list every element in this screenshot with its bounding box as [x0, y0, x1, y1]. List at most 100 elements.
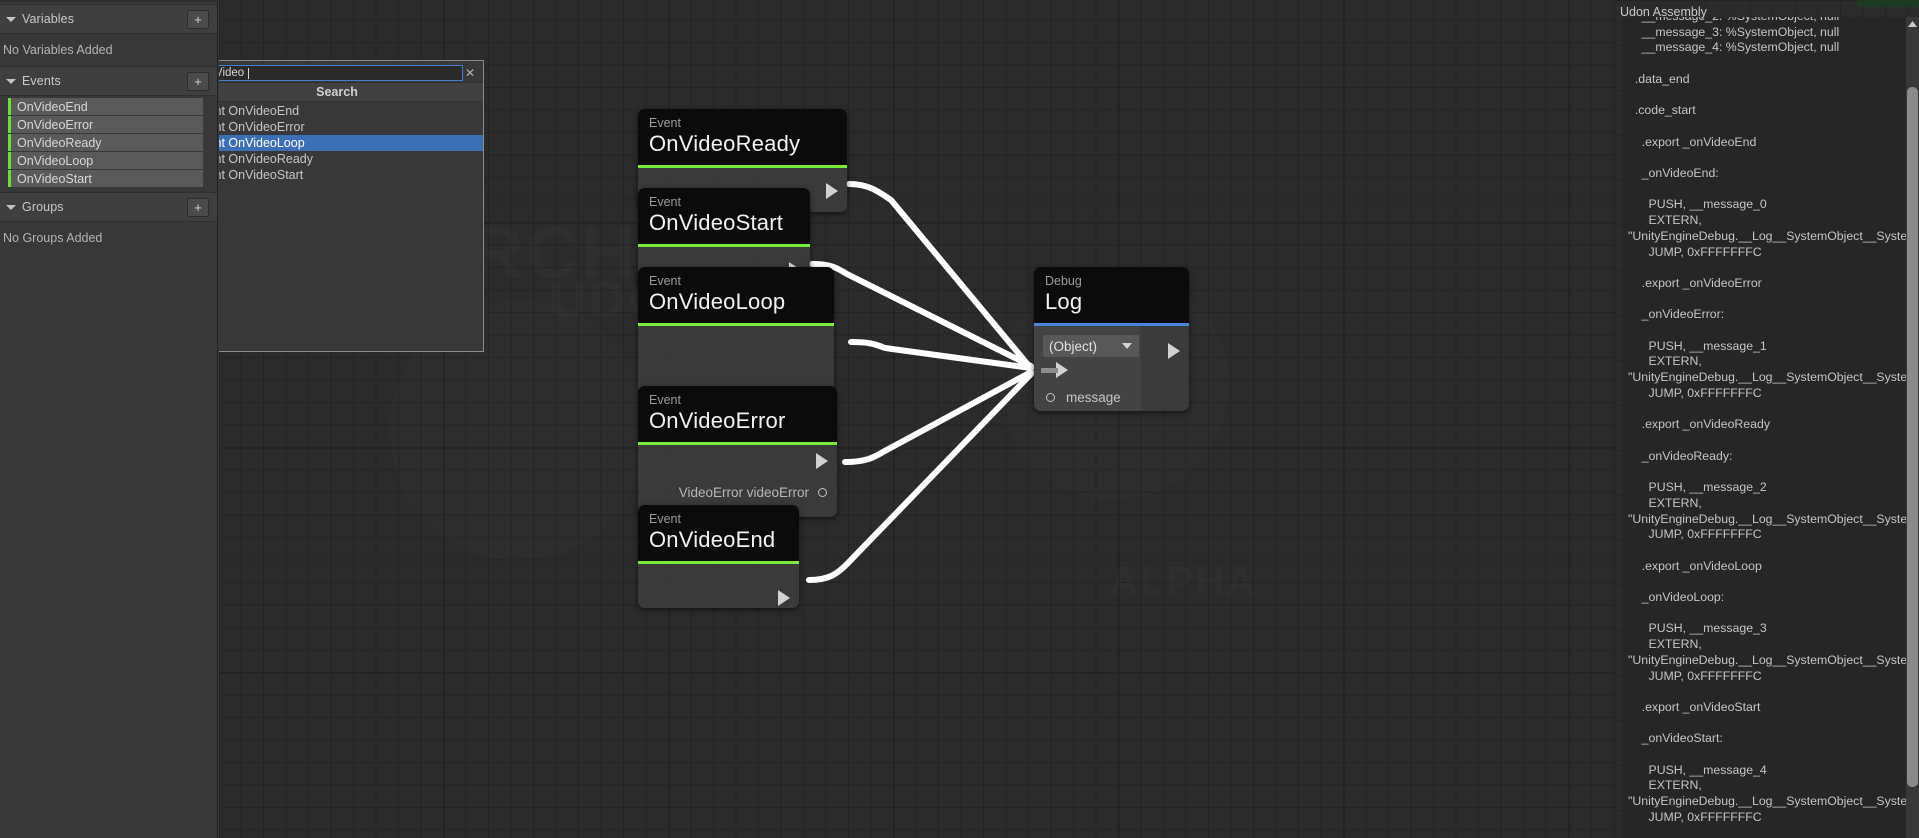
dropdown-value: (Object) [1049, 338, 1098, 354]
event-label: OnVideoEnd [17, 99, 88, 114]
node-header: Event OnVideoEnd [638, 505, 799, 561]
sidebar-section-groups[interactable]: Groups + [0, 192, 217, 222]
left-sidebar: Variables + No Variables Added Events + … [0, 0, 218, 838]
event-list-item[interactable]: OnVideoLoop [8, 152, 203, 169]
sidebar-section-title-variables: Variables [22, 12, 75, 26]
search-input-value: Video [219, 67, 245, 79]
add-variable-button[interactable]: + [187, 10, 209, 29]
param-label: message [1066, 390, 1121, 405]
search-results-header: Search [219, 82, 483, 102]
param-row-videoerror[interactable]: VideoError videoError [638, 479, 837, 505]
node-title: OnVideoEnd [649, 527, 776, 552]
flow-input-stub [1041, 368, 1058, 373]
clear-search-button[interactable]: ✕ [463, 66, 477, 80]
variables-empty-text: No Variables Added [0, 34, 217, 66]
sidebar-top-divider [0, 0, 218, 2]
search-input[interactable]: Video [219, 65, 463, 81]
edge-onvideostart-to-log [809, 261, 1034, 369]
search-result-item[interactable]: Event OnVideoEnd [219, 103, 483, 119]
port-row [638, 564, 799, 608]
event-color-bar [8, 134, 11, 151]
udon-assembly-code: __message_2: %SystemObject, null __messa… [1628, 17, 1919, 824]
search-result-item[interactable]: Event OnVideoError [219, 119, 483, 135]
event-color-bar [8, 170, 11, 187]
node-body [638, 326, 834, 394]
flow-output-port-icon[interactable] [816, 453, 828, 469]
udon-assembly-title: Udon Assembly [1620, 5, 1707, 19]
graph-canvas[interactable]: VRCHAT UDON ALPHA Event OnVideoReady [219, 0, 1615, 838]
param-label: VideoError videoError [678, 484, 809, 500]
node-onvideoend[interactable]: Event OnVideoEnd [638, 505, 799, 608]
node-title: OnVideoLoop [649, 289, 786, 314]
assembly-scrollbar-thumb[interactable] [1907, 87, 1918, 787]
event-color-bar [8, 152, 11, 169]
node-subtitle: Event [649, 116, 681, 130]
search-result-item[interactable]: Event OnVideoReady [219, 151, 483, 167]
edge-onvideoready-to-log [846, 181, 1032, 369]
search-results-list: Event OnVideoEnd Event OnVideoError Even… [219, 102, 483, 183]
assembly-scrollbar-track[interactable] [1906, 17, 1919, 838]
add-event-button[interactable]: + [187, 72, 209, 91]
sidebar-section-events[interactable]: Events + [0, 66, 217, 96]
udon-assembly-code-box[interactable]: __message_2: %SystemObject, null __messa… [1622, 17, 1919, 838]
node-search-popup[interactable]: Video ✕ Search Event OnVideoEnd Event On… [219, 60, 484, 352]
sidebar-section-title-events: Events [22, 74, 61, 88]
event-label: OnVideoError [17, 117, 94, 132]
event-list-item[interactable]: OnVideoReady [8, 134, 203, 151]
node-onvideoloop[interactable]: Event OnVideoLoop [638, 267, 834, 394]
node-subtitle: Event [649, 393, 681, 407]
port-row [638, 326, 834, 394]
node-header: Event OnVideoStart [638, 188, 810, 244]
node-subtitle: Event [649, 274, 681, 288]
add-group-button[interactable]: + [187, 198, 209, 217]
node-subtitle: Debug [1045, 274, 1082, 288]
toolbar-green-strip [1857, 0, 1919, 7]
flow-output-port-icon[interactable] [826, 183, 838, 199]
port-row [638, 445, 837, 479]
event-label: OnVideoLoop [17, 153, 94, 168]
watermark-alpha: ALPHA [1109, 560, 1257, 605]
node-body [638, 564, 799, 608]
node-title: OnVideoError [649, 408, 786, 433]
data-input-port-icon[interactable] [1046, 393, 1055, 402]
node-header: Event OnVideoReady [638, 109, 847, 165]
flow-output-port-icon[interactable] [778, 590, 790, 606]
udon-graph-window: Variables + No Variables Added Events + … [0, 0, 1919, 838]
event-label: OnVideoStart [17, 171, 92, 186]
search-result-item[interactable]: Event OnVideoStart [219, 167, 483, 183]
events-list: OnVideoEnd OnVideoError OnVideoReady OnV… [0, 96, 217, 192]
event-color-bar [8, 98, 11, 115]
flow-output-port-icon[interactable] [1168, 343, 1180, 359]
node-subtitle: Event [649, 195, 681, 209]
object-type-dropdown[interactable]: (Object) [1043, 335, 1139, 357]
sidebar-section-variables[interactable]: Variables + [0, 4, 217, 34]
event-color-bar [8, 116, 11, 133]
edge-onvideoend-to-log [806, 371, 1034, 583]
event-label: OnVideoReady [17, 135, 102, 150]
udon-assembly-panel: Udon Assembly __message_2: %SystemObject… [1615, 0, 1919, 838]
node-title: OnVideoStart [649, 210, 784, 235]
node-onvideoerror[interactable]: Event OnVideoError VideoError videoError [638, 386, 837, 517]
node-title: Log [1045, 289, 1083, 314]
node-body: (Object) message [1034, 326, 1189, 411]
event-list-item[interactable]: OnVideoEnd [8, 98, 203, 115]
chevron-down-icon[interactable] [0, 192, 22, 222]
node-debug-log[interactable]: Debug Log (Object) message [1034, 267, 1189, 411]
edge-onvideoloop-to-log [848, 339, 1034, 371]
chevron-down-icon[interactable] [0, 66, 22, 96]
search-result-item-selected[interactable]: Event OnVideoLoop [219, 135, 483, 151]
event-list-item[interactable]: OnVideoError [8, 116, 203, 133]
search-field-row: Video ✕ [219, 61, 483, 82]
chevron-down-icon[interactable] [1122, 343, 1132, 349]
edge-onvideoerror-to-log [842, 369, 1034, 465]
node-header: Debug Log [1034, 267, 1189, 323]
node-header: Event OnVideoLoop [638, 267, 834, 323]
groups-empty-text: No Groups Added [0, 222, 217, 254]
event-list-item[interactable]: OnVideoStart [8, 170, 203, 187]
text-caret [248, 67, 250, 79]
node-title: OnVideoReady [649, 131, 801, 156]
data-output-port-icon[interactable] [818, 487, 827, 497]
scroll-up-arrow-icon[interactable] [1906, 17, 1919, 30]
node-header: Event OnVideoError [638, 386, 837, 442]
chevron-down-icon[interactable] [0, 4, 22, 34]
